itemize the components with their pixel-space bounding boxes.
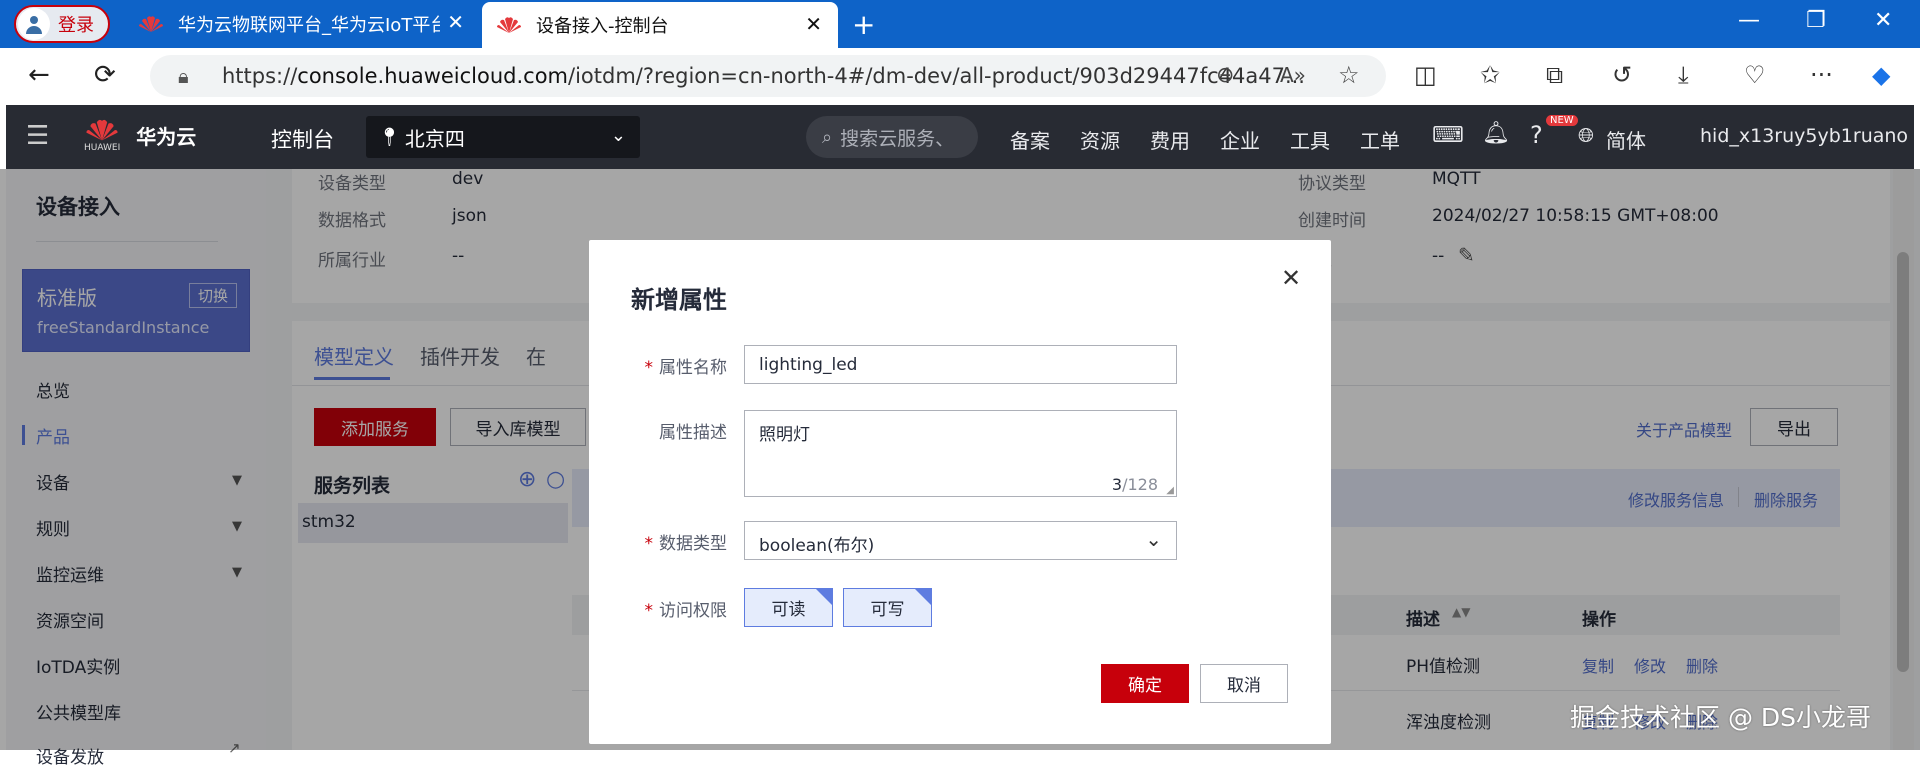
terminal-icon[interactable]: ⌨︎ [1432,123,1464,148]
property-name-value: lighting_led [759,355,858,375]
access-write-toggle[interactable]: 可写 [843,588,932,627]
menu-icon[interactable]: ☰ [26,121,49,151]
access-read-label: 可读 [771,600,806,620]
brand-sub: HUAWEI [84,143,121,153]
help-icon[interactable]: ? [1530,121,1543,149]
new-tab-icon[interactable]: + [852,8,875,41]
selected-corner-icon [915,589,931,605]
required-asterisk: * [644,534,654,554]
zoom-icon[interactable]: ⊖ [1216,63,1234,88]
close-icon[interactable]: ✕ [1281,264,1301,292]
nav-tickets[interactable]: 工单 [1360,125,1400,154]
address-bar[interactable]: 🔒︎ https://console.huaweicloud.com/iotdm… [150,55,1386,97]
split-screen-icon[interactable]: ◫ [1414,61,1437,89]
region-select[interactable]: 📍︎ 北京四 ⌄ [366,116,640,158]
profile-login-button[interactable]: 登录 [14,5,110,43]
window-close-icon[interactable]: ✕ [1874,8,1892,33]
selected-corner-icon [816,589,832,605]
tab-title: 华为云物联网平台_华为云IoT平台 [178,15,440,36]
huawei-cloud-logo[interactable]: HUAWEI 华为云 [84,117,196,153]
user-account[interactable]: hid_x13ruy5yb1ruano [1700,125,1908,147]
access-write-label: 可写 [870,600,905,620]
property-name-label: * 属性名称 [644,358,728,378]
close-icon[interactable]: ✕ [805,12,822,36]
console-title[interactable]: 控制台 [271,124,334,154]
more-icon[interactable]: ··· [1810,61,1833,89]
data-type-value: boolean(布尔) [759,536,875,556]
property-desc-label: 属性描述 [659,423,727,443]
nav-billing[interactable]: 费用 [1150,125,1190,154]
huawei-logo-icon [86,119,118,141]
required-asterisk: * [644,601,654,621]
restore-icon[interactable]: ❐ [1806,8,1826,33]
add-property-dialog: 新增属性 ✕ * 属性名称 lighting_led 属性描述 照明灯 3/128… [589,240,1331,744]
search-input[interactable]: ⌕ 搜索云服务、 [806,116,978,158]
data-type-label: * 数据类型 [644,534,728,554]
required-asterisk: * [644,358,654,378]
favorites-icon[interactable]: ✩ [1480,61,1500,89]
favorite-star-icon[interactable]: ☆ [1338,61,1360,89]
dialog-title: 新增属性 [631,286,727,314]
region-value: 北京四 [404,126,465,151]
search-icon: ⌕ [822,126,833,148]
back-icon[interactable]: ← [28,60,50,90]
browser-toolbar: ← ⟳ 🔒︎ https://console.huaweicloud.com/i… [0,48,1920,104]
data-type-select[interactable]: boolean(布尔) ⌄ [744,521,1177,560]
login-label: 登录 [58,15,94,36]
property-desc-textarea[interactable]: 照明灯 3/128 ◢ [744,410,1177,497]
download-icon[interactable]: ⤓ [1678,61,1689,89]
browser-tab-device-access[interactable]: 设备接入-控制台 ✕ [482,2,838,48]
language-switch[interactable]: 简体 [1606,125,1646,154]
bell-icon[interactable]: 🔔︎ [1482,121,1510,146]
tab-title: 设备接入-控制台 [536,16,669,37]
minimize-icon[interactable]: — [1738,8,1760,33]
chevron-down-icon: ⌄ [610,125,626,146]
char-counter: 3/128 [1111,475,1158,494]
globe-icon: 🌐︎ [1578,123,1594,147]
copilot-icon[interactable]: ◆ [1872,61,1890,89]
nav-enterprise[interactable]: 企业 [1220,125,1260,154]
nav-resources[interactable]: 资源 [1080,125,1120,154]
location-pin-icon: 📍︎ [378,126,401,148]
lock-icon[interactable]: 🔒︎ [178,64,189,88]
url-text[interactable]: https://console.huaweicloud.com/iotdm/?r… [222,64,1342,88]
huawei-logo-icon [496,15,522,35]
browser-tab-iot-platform[interactable]: 华为云物联网平台_华为云IoT平台 ✕ [124,0,480,48]
close-icon[interactable]: ✕ [447,10,464,34]
resize-handle-icon[interactable]: ◢ [1166,485,1174,496]
property-name-input[interactable]: lighting_led [744,345,1177,384]
nav-filing[interactable]: 备案 [1010,125,1050,154]
collections-icon[interactable]: ⧉ [1546,61,1563,89]
chevron-down-icon: ⌄ [1145,527,1162,551]
property-desc-value: 照明灯 [759,425,810,445]
new-badge: NEW [1546,115,1578,126]
history-icon[interactable]: ↺ [1612,61,1632,89]
read-aloud-icon[interactable]: A» [1280,63,1306,87]
search-placeholder: 搜索云服务、 [840,127,955,150]
nav-tools[interactable]: 工具 [1290,125,1330,154]
performance-icon[interactable]: ♡ [1744,61,1766,89]
watermark: 掘金技术社区 @ DS小龙哥 [1570,703,1872,732]
avatar [18,8,50,40]
browser-tab-strip: 登录 华为云物联网平台_华为云IoT平台 ✕ 设备接入-控制台 ✕ + — ❐ … [0,0,1920,48]
huawei-logo-icon [138,14,164,34]
confirm-button[interactable]: 确定 [1101,664,1189,703]
refresh-icon[interactable]: ⟳ [94,60,116,90]
cancel-button[interactable]: 取消 [1200,664,1288,703]
console-header: ☰ HUAWEI 华为云 控制台 📍︎ 北京四 ⌄ ⌕ 搜索云服务、 备案 资源… [6,105,1914,169]
brand-name: 华为云 [136,124,197,149]
access-label: * 访问权限 [644,601,728,621]
access-read-toggle[interactable]: 可读 [744,588,833,627]
